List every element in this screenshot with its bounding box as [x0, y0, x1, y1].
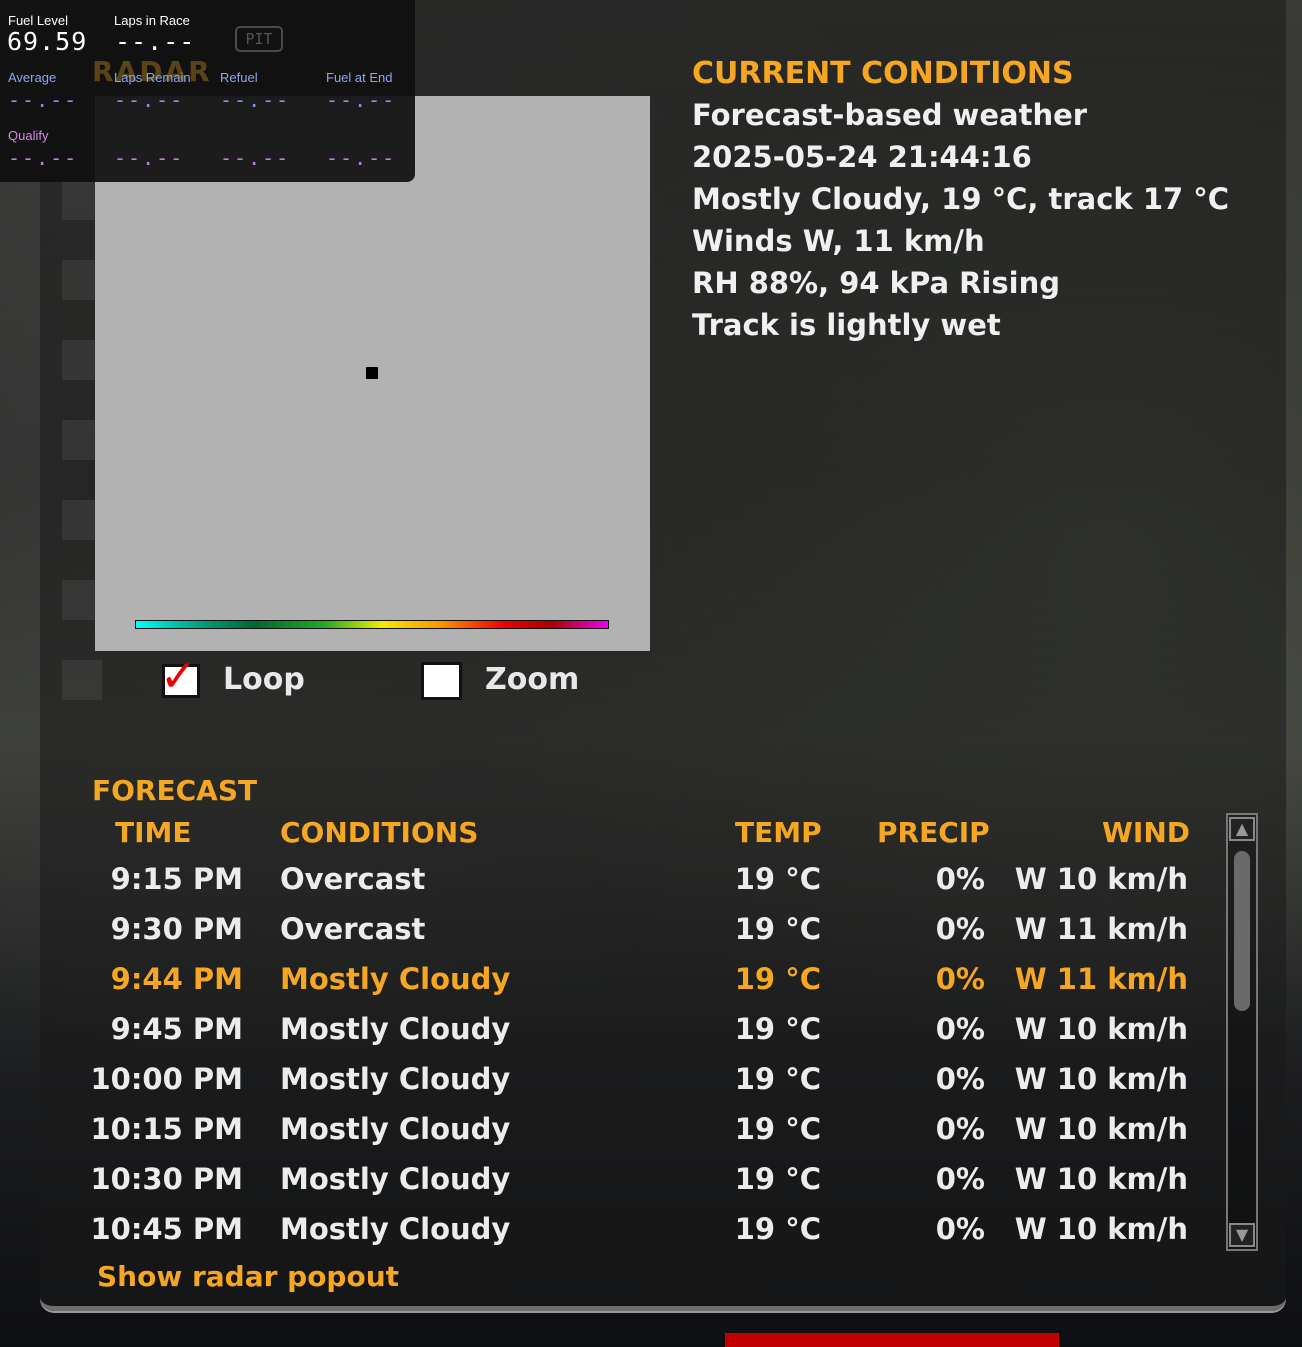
forecast-precip: 0% [935, 912, 985, 946]
checkmark-icon: ✓ [160, 651, 197, 702]
forecast-precip: 0% [935, 962, 985, 996]
header-wind: WIND [1102, 816, 1190, 849]
qualify-laps-remain-value: --.-- [114, 146, 185, 170]
header-conditions: CONDITIONS [280, 816, 479, 849]
forecast-conditions: Mostly Cloudy [280, 1212, 511, 1246]
fuel-level-label: Fuel Level [8, 13, 68, 28]
pit-badge: PIT [235, 26, 283, 52]
qualify-label: Qualify [8, 128, 49, 143]
forecast-time: 10:00 PM [90, 1062, 243, 1096]
forecast-time: 9:44 PM [110, 962, 243, 996]
forecast-conditions: Mostly Cloudy [280, 962, 511, 996]
weather-timestamp: 2025-05-24 21:44:16 [692, 140, 1032, 174]
weather-wind: Winds W, 11 km/h [692, 224, 985, 258]
forecast-wind: W 10 km/h [1014, 1012, 1188, 1046]
forecast-temp: 19 °C [734, 1062, 821, 1096]
loop-label[interactable]: Loop [223, 662, 305, 697]
forecast-time: 9:30 PM [110, 912, 243, 946]
average-label: Average [8, 70, 57, 85]
show-radar-popout-link[interactable]: Show radar popout [97, 1260, 399, 1293]
car-position-marker [366, 367, 378, 379]
forecast-temp: 19 °C [734, 1112, 821, 1146]
forecast-scrollbar[interactable]: ▲ ▼ [1226, 813, 1258, 1251]
background-red-stripe [725, 1333, 1059, 1347]
forecast-conditions: Mostly Cloudy [280, 1162, 511, 1196]
scroll-down-arrow-icon[interactable]: ▼ [1229, 1223, 1255, 1247]
forecast-temp: 19 °C [734, 862, 821, 896]
weather-humidity-pressure: RH 88%, 94 kPa Rising [692, 266, 1060, 300]
forecast-time: 10:30 PM [90, 1162, 243, 1196]
forecast-time: 10:45 PM [90, 1212, 243, 1246]
forecast-temp: 19 °C [734, 1162, 821, 1196]
weather-summary: Mostly Cloudy, 19 °C, track 17 °C [692, 182, 1230, 216]
scroll-thumb[interactable] [1234, 851, 1250, 1011]
laps-remain-label: Laps Remain [114, 70, 191, 85]
forecast-temp: 19 °C [734, 1012, 821, 1046]
header-precip: PRECIP [877, 816, 990, 849]
laps-in-race-label: Laps in Race [114, 13, 190, 28]
forecast-temp: 19 °C [734, 912, 821, 946]
forecast-time: 9:15 PM [110, 862, 243, 896]
scroll-up-arrow-icon[interactable]: ▲ [1229, 817, 1255, 841]
forecast-wind: W 10 km/h [1014, 1162, 1188, 1196]
precip-intensity-scale [135, 620, 609, 629]
forecast-precip: 0% [935, 1062, 985, 1096]
fuel-level-value: 69.59 [7, 27, 88, 56]
qualify-fuel-at-end-value: --.-- [326, 146, 397, 170]
forecast-wind: W 10 km/h [1014, 1112, 1188, 1146]
forecast-wind: W 10 km/h [1014, 862, 1188, 896]
header-time: TIME [115, 816, 192, 849]
track-wetness: Track is lightly wet [692, 308, 1001, 342]
forecast-conditions: Mostly Cloudy [280, 1012, 511, 1046]
forecast-conditions: Mostly Cloudy [280, 1112, 511, 1146]
forecast-conditions: Mostly Cloudy [280, 1062, 511, 1096]
forecast-wind: W 10 km/h [1014, 1062, 1188, 1096]
qualify-refuel-value: --.-- [220, 146, 291, 170]
forecast-precip: 0% [935, 862, 985, 896]
forecast-precip: 0% [935, 1212, 985, 1246]
forecast-time: 9:45 PM [110, 1012, 243, 1046]
forecast-precip: 0% [935, 1012, 985, 1046]
fuel-at-end-value: --.-- [326, 88, 397, 112]
forecast-title: FORECAST [92, 774, 258, 807]
refuel-label: Refuel [220, 70, 258, 85]
forecast-precip: 0% [935, 1162, 985, 1196]
refuel-value: --.-- [220, 88, 291, 112]
average-value: --.-- [8, 88, 79, 112]
zoom-label[interactable]: Zoom [485, 662, 579, 697]
forecast-wind: W 11 km/h [1014, 962, 1188, 996]
forecast-temp: 19 °C [734, 1212, 821, 1246]
laps-remain-value: --.-- [114, 88, 185, 112]
header-temp: TEMP [735, 816, 822, 849]
forecast-precip: 0% [935, 1112, 985, 1146]
forecast-conditions: Overcast [280, 912, 426, 946]
current-conditions-title: CURRENT CONDITIONS [692, 56, 1074, 91]
laps-in-race-value: --.-- [115, 27, 196, 56]
forecast-time: 10:15 PM [90, 1112, 243, 1146]
forecast-conditions: Overcast [280, 862, 426, 896]
fuel-at-end-label: Fuel at End [326, 70, 393, 85]
qualify-average-value: --.-- [8, 146, 79, 170]
fuel-hud: Fuel Level 69.59 Laps in Race --.-- PIT … [0, 0, 415, 182]
forecast-temp: 19 °C [734, 962, 821, 996]
forecast-wind: W 11 km/h [1014, 912, 1188, 946]
forecast-wind: W 10 km/h [1014, 1212, 1188, 1246]
weather-source: Forecast-based weather [692, 98, 1088, 132]
zoom-checkbox[interactable] [421, 662, 462, 700]
